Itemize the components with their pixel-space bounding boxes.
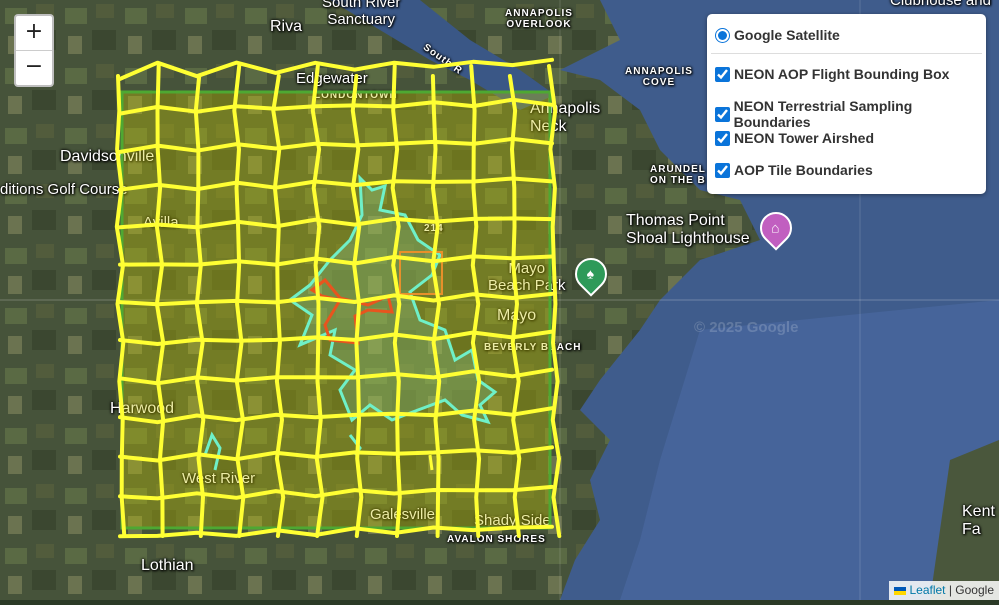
terrestrial-fragment-3 <box>428 454 434 471</box>
zoom-in-button[interactable]: + <box>16 16 52 50</box>
layer-control-panel: Google Satellite NEON AOP Flight Boundin… <box>707 14 986 194</box>
tile-grid-row-line <box>118 57 554 81</box>
zoom-control: + − <box>14 14 54 87</box>
overlay-label: AOP Tile Boundaries <box>734 162 873 178</box>
base-layer-radio[interactable] <box>715 27 730 43</box>
overlay-checkbox[interactable] <box>715 66 730 82</box>
attribution-separator: | <box>945 583 956 597</box>
layer-separator <box>711 53 982 54</box>
leaflet-link[interactable]: Leaflet <box>909 583 945 597</box>
overlay-aop-tile-boundaries[interactable]: AOP Tile Boundaries <box>713 162 873 178</box>
overlay-checkbox[interactable] <box>715 162 730 178</box>
google-attribution: Google <box>955 583 994 597</box>
overlay-terrestrial-sampling-boundaries[interactable]: NEON Terrestrial Sampling Boundaries <box>713 98 986 130</box>
base-layer-google-satellite[interactable]: Google Satellite <box>713 27 840 43</box>
overlay-label: NEON AOP Flight Bounding Box <box>734 66 950 82</box>
overlay-label: NEON Tower Airshed <box>734 130 875 146</box>
base-layer-label: Google Satellite <box>734 27 840 43</box>
overlay-checkbox[interactable] <box>715 130 730 146</box>
ukraine-flag-icon <box>894 587 907 595</box>
overlay-aop-flight-bounding-box[interactable]: NEON AOP Flight Bounding Box <box>713 66 949 82</box>
overlay-checkbox[interactable] <box>715 106 730 122</box>
overlay-label: NEON Terrestrial Sampling Boundaries <box>733 98 913 130</box>
zoom-out-button[interactable]: − <box>16 50 52 85</box>
map-attribution: Leaflet | Google <box>889 581 999 600</box>
overlay-tower-airshed[interactable]: NEON Tower Airshed <box>713 130 874 146</box>
